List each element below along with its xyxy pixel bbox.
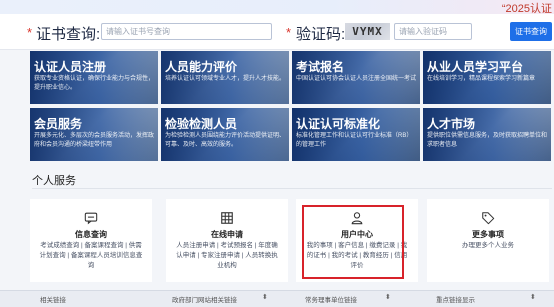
tag-icon — [482, 212, 495, 225]
tile-desc: 获取专业资格认证，确保行业能力与合规性，提升职业信心。 — [34, 76, 155, 91]
captcha-label: 验证码: — [296, 26, 346, 43]
card-desc: 人员注册申请 | 考试预报名 | 年度确认申请 | 专家注册申请 | 人员转换执… — [176, 242, 278, 269]
tile-title: 人员能力评价 — [165, 60, 238, 74]
tile-desc: 中国认证认可协会认证人员注册全国统一考试 — [296, 76, 417, 82]
card-desc: 办理更多个人业务 — [462, 242, 514, 249]
grid-icon — [221, 212, 233, 224]
tile-title: 会员服务 — [34, 117, 83, 131]
certificate-search-bar: * 证书查询: * 验证码: VYMX 证书查询 — [0, 14, 554, 50]
card-title: 在线申请 — [211, 230, 243, 239]
tile-desc: 开展多元化、多层次的会员服务活动，发挥政府和会员沟通的桥梁纽带作用 — [34, 133, 155, 148]
tile-title: 从业人员学习平台 — [427, 60, 524, 74]
tile-desc: 在线培训学习，精品课程探索学习新篇章 — [427, 76, 536, 82]
top-banner: “2025认证 — [0, 0, 554, 15]
tile-standardization[interactable]: 认证认可标准化 标准化管理工作和认证认可行业标准（RB）的管理工作 — [292, 108, 420, 161]
section-title-personal-services: 个人服务 — [32, 175, 76, 187]
message-icon — [84, 212, 98, 225]
footer-link-related[interactable]: 相关链接 — [40, 294, 66, 304]
captcha-image[interactable]: VYMX — [345, 23, 390, 40]
captcha-text: VYMX — [352, 25, 383, 38]
tile-exam-registration[interactable]: 考试报名 中国认证认可协会认证人员注册全国统一考试 — [292, 51, 420, 104]
tile-title: 认证人员注册 — [34, 60, 107, 74]
tile-talent-market[interactable]: 人才市场 提供职位供需信息服务，及时获取招聘单位和求职者信息 — [423, 108, 551, 161]
tile-inspection-testing-personnel[interactable]: 检验检测人员 为检验检测人员围绕能力评价活动提供证明、可靠、及时、高效的服务。 — [161, 108, 289, 161]
card-desc: 考试成绩查询 | 备案课程查询 | 供需计划查询 | 备案课程人员培训信息查询 — [39, 242, 143, 269]
card-info-query[interactable]: 信息查询 考试成绩查询 | 备案课程查询 | 供需计划查询 | 备案课程人员培训… — [30, 199, 152, 282]
tile-title: 考试报名 — [296, 60, 345, 74]
chevron-down-icon[interactable]: ⬍ — [385, 293, 391, 301]
tile-desc: 为检验检测人员围绕能力评价活动提供证明、可靠、及时、高效的服务。 — [165, 133, 286, 148]
tile-desc: 提供职位供需信息服务，及时获取招聘单位和求职者信息 — [427, 133, 548, 148]
highlight-frame — [302, 205, 404, 279]
captcha-input[interactable] — [394, 23, 472, 40]
card-more-items[interactable]: 更多事项 办理更多个人业务 — [427, 199, 549, 282]
tile-title: 认证认可标准化 — [296, 117, 381, 131]
chevron-down-icon[interactable]: ⬍ — [530, 293, 536, 301]
tile-member-services[interactable]: 会员服务 开展多元化、多层次的会员服务活动，发挥政府和会员沟通的桥梁纽带作用 — [30, 108, 158, 161]
card-online-application[interactable]: 在线申请 人员注册申请 | 考试预报名 | 年度确认申请 | 专家注册申请 | … — [166, 199, 288, 282]
chevron-down-icon[interactable]: ⬍ — [262, 293, 268, 301]
tile-certified-personnel-registration[interactable]: 认证人员注册 获取专业资格认证，确保行业能力与合规性，提升职业信心。 — [30, 51, 158, 104]
tile-title: 人才市场 — [427, 117, 476, 131]
service-tiles: 认证人员注册 获取专业资格认证，确保行业能力与合规性，提升职业信心。 人员能力评… — [30, 51, 552, 162]
card-title: 信息查询 — [75, 230, 107, 239]
footer-link-council[interactable]: 常务理事单位链接 — [305, 294, 357, 304]
required-mark: * — [27, 25, 33, 40]
certificate-search-button[interactable]: 证书查询 — [510, 22, 552, 41]
tile-title: 检验检测人员 — [165, 117, 238, 131]
card-title: 更多事项 — [472, 230, 504, 239]
tile-personnel-capability-evaluation[interactable]: 人员能力评价 培养认证认可领域专业人才，提升人才技能。 — [161, 51, 289, 104]
certificate-number-input[interactable] — [101, 23, 272, 40]
certificate-query-label: 证书查询: — [36, 26, 101, 43]
tile-desc: 培养认证认可领域专业人才，提升人才技能。 — [165, 76, 286, 82]
tile-learning-platform[interactable]: 从业人员学习平台 在线培训学习，精品课程探索学习新篇章 — [423, 51, 551, 104]
footer-link-key[interactable]: 重点链接显示 — [436, 294, 475, 304]
section-divider — [32, 188, 552, 189]
tile-desc: 标准化管理工作和认证认可行业标准（RB）的管理工作 — [296, 133, 413, 148]
required-mark: * — [286, 25, 292, 40]
footer-links-bar: 相关链接 政府部门网站相关链接 ⬍ 常务理事单位链接 ⬍ 重点链接显示 ⬍ — [0, 290, 554, 307]
footer-link-government[interactable]: 政府部门网站相关链接 — [172, 294, 237, 304]
